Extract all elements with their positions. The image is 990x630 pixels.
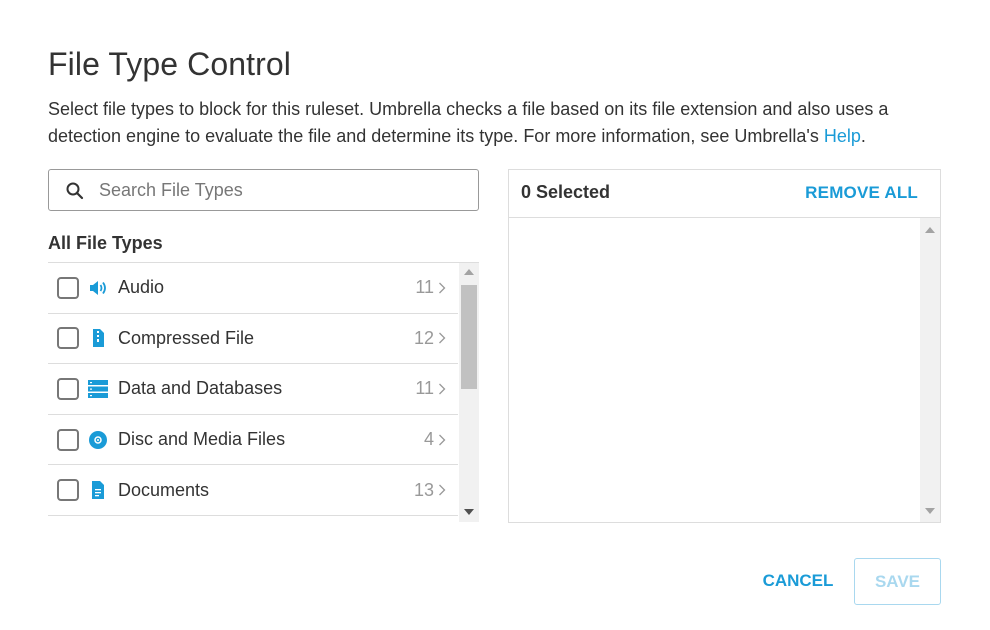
scroll-thumb[interactable] xyxy=(461,285,477,389)
file-type-label: Documents xyxy=(118,479,210,500)
chevron-right-icon xyxy=(439,484,446,496)
checkbox[interactable] xyxy=(57,327,79,350)
dialog-title: File Type Control xyxy=(48,46,291,82)
file-type-count: 4 xyxy=(423,429,434,450)
file-type-item-audio[interactable]: Audio 11 xyxy=(48,263,458,314)
search-input[interactable] xyxy=(99,178,459,202)
checkbox[interactable] xyxy=(57,428,79,451)
chevron-right-icon xyxy=(439,383,446,395)
file-type-label: Compressed File xyxy=(118,327,255,348)
chevron-right-icon xyxy=(439,434,446,446)
description-text: Select file types to block for this rule… xyxy=(48,99,889,146)
search-icon xyxy=(66,182,84,200)
document-icon xyxy=(88,480,108,500)
help-link[interactable]: Help xyxy=(824,126,861,146)
file-type-count: 11 xyxy=(415,378,434,399)
file-type-label: Audio xyxy=(118,277,165,298)
dialog-description: Select file types to block for this rule… xyxy=(48,96,948,150)
file-type-count: 13 xyxy=(413,479,434,500)
scroll-down-arrow-icon[interactable] xyxy=(925,508,935,514)
selected-list-scrollbar[interactable] xyxy=(920,218,940,522)
checkbox[interactable] xyxy=(57,377,79,400)
file-type-list: Audio 11 Compressed File 12 Data and Dat… xyxy=(48,263,458,516)
cancel-button[interactable]: CANCEL xyxy=(748,558,848,604)
file-type-count: 12 xyxy=(413,327,434,348)
file-type-list-container: Audio 11 Compressed File 12 Data and Dat… xyxy=(48,262,479,522)
chevron-right-icon xyxy=(439,332,446,344)
selected-panel-header: 0 Selected REMOVE ALL xyxy=(509,170,940,218)
checkbox[interactable] xyxy=(57,276,79,299)
selected-count: 0 Selected xyxy=(521,182,611,202)
database-icon xyxy=(88,379,108,399)
compressed-file-icon xyxy=(88,328,108,348)
scroll-up-arrow-icon[interactable] xyxy=(464,269,474,275)
remove-all-button[interactable]: REMOVE ALL xyxy=(805,183,918,203)
disc-icon xyxy=(88,430,108,450)
file-type-label: Data and Databases xyxy=(118,378,283,399)
file-list-scrollbar[interactable] xyxy=(459,263,479,522)
file-type-count: 11 xyxy=(415,277,434,298)
file-type-item-data-and-databases[interactable]: Data and Databases 11 xyxy=(48,364,458,415)
file-type-item-compressed-file[interactable]: Compressed File 12 xyxy=(48,314,458,365)
speaker-icon xyxy=(88,278,108,298)
checkbox[interactable] xyxy=(57,479,79,502)
search-box xyxy=(48,169,479,211)
file-type-item-disc-and-media-files[interactable]: Disc and Media Files 4 xyxy=(48,415,458,466)
all-file-types-heading: All File Types xyxy=(48,233,163,253)
selected-panel: 0 Selected REMOVE ALL xyxy=(508,169,941,523)
scroll-down-arrow-icon[interactable] xyxy=(464,509,474,515)
scroll-up-arrow-icon[interactable] xyxy=(925,227,935,233)
file-type-label: Disc and Media Files xyxy=(118,429,286,450)
description-end: . xyxy=(860,126,866,146)
selected-list xyxy=(509,218,940,522)
save-button[interactable]: SAVE xyxy=(854,558,941,605)
file-type-item-documents[interactable]: Documents 13 xyxy=(48,465,458,516)
chevron-right-icon xyxy=(439,282,446,294)
